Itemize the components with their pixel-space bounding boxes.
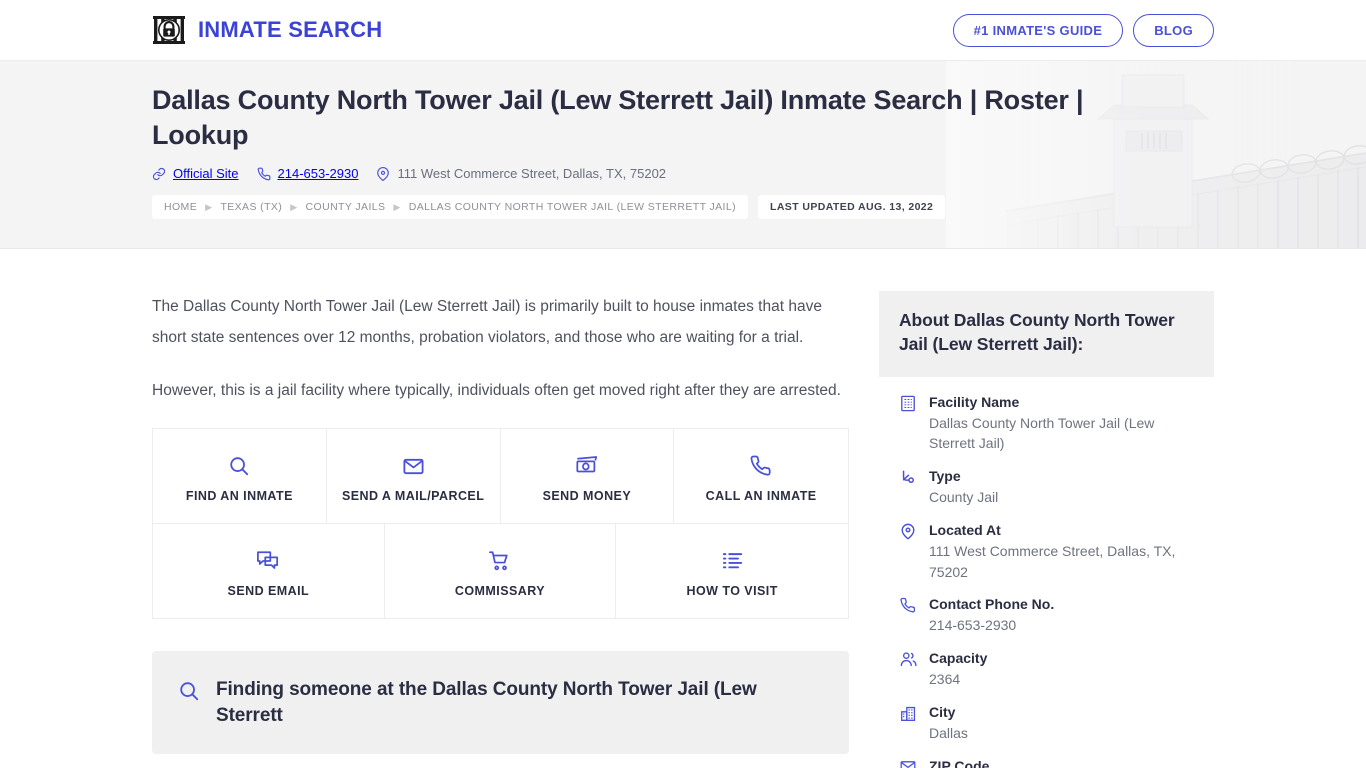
nav-actions: #1 INMATE'S GUIDE BLOG (952, 13, 1214, 47)
field-label: Capacity (929, 649, 988, 666)
search-icon (180, 682, 199, 701)
hero-section: Dallas County North Tower Jail (Lew Ster… (0, 61, 1366, 249)
action-label: CALL AN INMATE (705, 489, 817, 503)
hero-meta: Official Site 214-653-2930 111 West Comm… (152, 166, 1214, 181)
about-card-header: About Dallas County North Tower Jail (Le… (879, 291, 1214, 377)
field-label: Type (929, 467, 961, 484)
action-label: COMMISSARY (454, 584, 546, 598)
action-send-a-mail-parcel[interactable]: SEND A MAIL/PARCEL (326, 429, 501, 523)
action-grid: FIND AN INMATE SEND A MAIL/PARCEL SEND M… (152, 428, 849, 619)
facility-field-type: Type County Jail (899, 467, 1194, 508)
type-node-icon (899, 467, 917, 508)
action-row-1: FIND AN INMATE SEND A MAIL/PARCEL SEND M… (153, 429, 848, 524)
brand-name: INMATE SEARCH (198, 17, 383, 42)
field-value: County Jail (929, 489, 999, 506)
official-site-link[interactable]: Official Site (152, 166, 239, 181)
breadcrumb-item-home[interactable]: HOME (164, 201, 197, 213)
action-send-money[interactable]: SEND MONEY (500, 429, 675, 523)
about-facility-card: About Dallas County North Tower Jail (Le… (879, 291, 1214, 768)
about-card-body: Facility Name Dallas County North Tower … (879, 377, 1214, 768)
breadcrumb-item-current: DALLAS COUNTY NORTH TOWER JAIL (LEW STER… (408, 201, 737, 214)
action-send-email[interactable]: SEND EMAIL (153, 524, 385, 618)
facility-field-city: City Dallas (899, 703, 1194, 744)
breadcrumb-separator: ▶ (290, 201, 298, 212)
field-label: Located At (929, 521, 1001, 538)
people-icon (899, 649, 917, 690)
action-label: SEND MONEY (542, 489, 632, 503)
phone-icon (682, 451, 840, 481)
hero-phone-link[interactable]: 214-653-2930 (257, 166, 359, 182)
hero-phone-label: 214-653-2930 (277, 166, 359, 182)
find-panel-title: Finding someone at the Dallas County Nor… (216, 679, 757, 726)
about-card-title: About Dallas County North Tower Jail (Le… (899, 310, 1175, 354)
page-title: Dallas County North Tower Jail (Lew Ster… (152, 85, 1084, 150)
search-icon (161, 451, 318, 481)
field-value: Dallas (929, 725, 968, 742)
action-call-an-inmate[interactable]: CALL AN INMATE (674, 429, 848, 523)
hero-address: 111 West Commerce Street, Dallas, TX, 75… (376, 166, 666, 181)
action-commissary[interactable]: COMMISSARY (384, 524, 617, 618)
facility-field-located-at: Located At 111 West Commerce Street, Dal… (899, 521, 1194, 582)
official-site-label: Official Site (173, 166, 239, 182)
city-icon (899, 703, 917, 744)
main-column: The Dallas County North Tower Jail (Lew … (152, 291, 849, 755)
phone-icon (899, 595, 917, 636)
field-value: Dallas County North Tower Jail (Lew Ster… (929, 415, 1155, 452)
facility-field-zip-code: ZIP Code 75202 (899, 757, 1194, 768)
intro-paragraph-1: The Dallas County North Tower Jail (Lew … (152, 298, 822, 346)
facility-field-facility-name: Facility Name Dallas County North Tower … (899, 393, 1194, 454)
field-value: 111 West Commerce Street, Dallas, TX, 75… (929, 543, 1176, 580)
breadcrumb-separator: ▶ (205, 201, 213, 212)
field-label: City (929, 703, 956, 720)
breadcrumb-bar: HOME ▶ TEXAS (TX) ▶ COUNTY JAILS ▶ DALLA… (152, 195, 1214, 220)
action-find-an-inmate[interactable]: FIND AN INMATE (153, 429, 327, 523)
envelope-icon (899, 757, 917, 768)
last-updated-badge: LAST UPDATED AUG. 13, 2022 (758, 195, 946, 220)
shopping-cart-icon (393, 546, 608, 576)
top-navigation-bar: INMATE SEARCH #1 INMATE'S GUIDE BLOG (0, 0, 1366, 61)
field-label: Facility Name (929, 393, 1020, 410)
map-pin-icon (377, 166, 390, 181)
jail-padlock-icon (153, 16, 185, 44)
chat-bubbles-icon (161, 546, 376, 576)
page-body: The Dallas County North Tower Jail (Lew … (0, 249, 1366, 768)
action-label: HOW TO VISIT (686, 584, 778, 598)
breadcrumb-separator: ▶ (393, 201, 401, 212)
breadcrumb-item-texas[interactable]: TEXAS (TX) (220, 201, 282, 213)
phone-icon (257, 167, 270, 180)
facility-field-capacity: Capacity 2364 (899, 649, 1194, 690)
breadcrumb: HOME ▶ TEXAS (TX) ▶ COUNTY JAILS ▶ DALLA… (152, 195, 749, 220)
inmates-guide-button[interactable]: #1 INMATE'S GUIDE (952, 13, 1124, 47)
brand-logo-link[interactable]: INMATE SEARCH (152, 14, 382, 46)
field-label: Contact Phone No. (929, 595, 1055, 612)
field-value: 214-653-2930 (929, 617, 1017, 634)
hero-address-label: 111 West Commerce Street, Dallas, TX, 75… (397, 166, 667, 182)
intro-paragraph-2: However, this is a jail facility where t… (152, 382, 841, 399)
breadcrumb-item-county-jails[interactable]: COUNTY JAILS (306, 201, 386, 213)
building-icon (899, 393, 917, 454)
action-row-2: SEND EMAIL COMMISSARY HOW TO VISIT (153, 524, 848, 619)
list-icon (624, 546, 840, 576)
action-label: SEND EMAIL (227, 584, 310, 598)
money-banknote-icon (509, 451, 666, 481)
find-someone-panel: Finding someone at the Dallas County Nor… (152, 651, 849, 755)
field-value: 2364 (929, 671, 961, 688)
action-label: FIND AN INMATE (185, 489, 293, 503)
envelope-icon (335, 451, 492, 481)
action-how-to-visit[interactable]: HOW TO VISIT (616, 524, 848, 618)
field-label: ZIP Code (929, 757, 990, 768)
facility-field-contact-phone: Contact Phone No. 214-653-2930 (899, 595, 1194, 636)
link-icon (152, 167, 166, 180)
map-pin-icon (899, 521, 917, 582)
sidebar-column: About Dallas County North Tower Jail (Le… (879, 291, 1214, 768)
action-label: SEND A MAIL/PARCEL (341, 489, 485, 503)
blog-button[interactable]: BLOG (1133, 13, 1214, 47)
